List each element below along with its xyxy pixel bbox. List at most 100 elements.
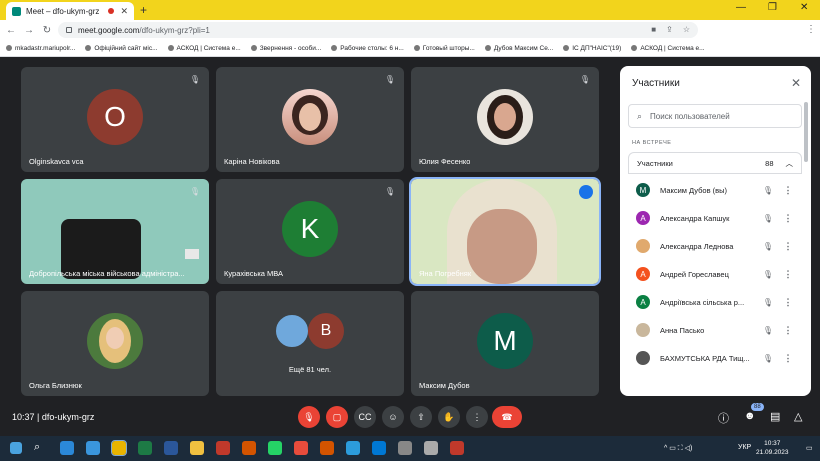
notifications-icon[interactable]: ▭: [806, 444, 813, 452]
powerpoint-icon[interactable]: [320, 441, 334, 455]
reload-icon[interactable]: ↻: [40, 25, 54, 36]
more-options-icon[interactable]: ⋮: [781, 297, 795, 308]
share-icon[interactable]: ⇪: [666, 25, 673, 34]
participant-tile[interactable]: K 🎙︎ Курахівська МВА: [216, 179, 404, 284]
participant-avatar: [636, 239, 650, 253]
participant-row[interactable]: A Александра Капшук 🎙︎ ⋮: [628, 204, 802, 232]
bookmark-favicon-icon: [413, 45, 420, 51]
file-explorer-icon[interactable]: [190, 441, 204, 455]
participant-video-tile[interactable]: 🎙︎ Добропільська міська військова адміні…: [21, 179, 209, 284]
edge-icon[interactable]: [60, 441, 74, 455]
reactions-button[interactable]: ☺: [382, 406, 404, 428]
participant-tile[interactable]: 🎙︎ Каріна Новікова: [216, 67, 404, 172]
more-options-icon[interactable]: ⋮: [781, 353, 795, 364]
avatar: M: [477, 313, 533, 369]
bookmark-item[interactable]: Рабочие столы: 6 н...: [331, 45, 404, 52]
search-icon[interactable]: ⌕: [34, 441, 48, 455]
tray-icons[interactable]: ^ ▭ ⛶ ◁): [664, 444, 692, 453]
bookmark-label: Готовый шторы...: [422, 44, 475, 52]
participants-group-header[interactable]: Участники 88 ︿: [628, 152, 802, 174]
more-options-button[interactable]: ⋮: [466, 406, 488, 428]
camera-toggle-button[interactable]: ▢: [326, 406, 348, 428]
captions-button[interactable]: CC: [354, 406, 376, 428]
mic-toggle-button[interactable]: 🎙︎: [298, 406, 320, 428]
more-options-icon[interactable]: ⋮: [781, 325, 795, 336]
forward-icon[interactable]: →: [22, 25, 36, 36]
people-icon[interactable]: ☻: [744, 410, 756, 422]
mic-off-icon: 🎙︎: [762, 325, 774, 335]
excel-icon[interactable]: [138, 441, 152, 455]
participant-row[interactable]: БАХМУТСЬКА РДА Тищ... 🎙︎ ⋮: [628, 344, 802, 372]
mail-icon[interactable]: [86, 441, 100, 455]
back-icon[interactable]: ←: [4, 25, 18, 36]
chat-icon[interactable]: ▤: [770, 410, 780, 423]
participant-tile[interactable]: 🎙︎ Юлия Фесенко: [411, 67, 599, 172]
app-icon-2[interactable]: [242, 441, 256, 455]
participant-row[interactable]: A Андріївська сільська р... 🎙︎ ⋮: [628, 288, 802, 316]
present-button[interactable]: ⇧: [410, 406, 432, 428]
bookmark-item[interactable]: Офіційний сайт міс...: [85, 44, 158, 52]
more-options-icon[interactable]: ⋮: [781, 241, 795, 252]
participant-tile-self[interactable]: M Максим Дубов: [411, 291, 599, 396]
bookmark-item[interactable]: АСКОД | Система е...: [167, 45, 241, 52]
mic-off-icon: 🎙︎: [762, 353, 774, 363]
word-icon[interactable]: [164, 441, 178, 455]
restore-button[interactable]: ❐: [768, 2, 777, 13]
window-close-button[interactable]: ✕: [800, 2, 808, 13]
outlook-icon[interactable]: [372, 441, 386, 455]
system-clock[interactable]: 10:37 21.09.2023: [756, 439, 789, 457]
bookmark-item[interactable]: АСКОД | Система е...: [631, 45, 705, 52]
participant-name: Александра Леднова: [660, 241, 734, 251]
bookmark-item[interactable]: Звернення - особи...: [250, 45, 321, 52]
app-icon-3[interactable]: [294, 441, 308, 455]
bookmark-star-icon[interactable]: ☆: [683, 25, 690, 34]
meet-stage: O 🎙︎ Olginskavca vca 🎙︎ Каріна Новікова …: [0, 58, 820, 436]
video-face-shape: [467, 209, 537, 284]
bookmark-item[interactable]: Готовый шторы...: [413, 44, 475, 52]
search-input[interactable]: ⌕ Поиск пользователей: [628, 104, 802, 128]
participant-row[interactable]: M Максим Дубов (вы) 🎙︎ ⋮: [628, 176, 802, 204]
bookmark-favicon-icon: [484, 45, 491, 51]
camera-in-use-icon[interactable]: ■: [651, 25, 656, 34]
more-options-icon[interactable]: ⋮: [781, 269, 795, 280]
bookmark-label: Офіційний сайт міс...: [94, 44, 158, 52]
chrome-menu-icon[interactable]: ⋮: [804, 24, 818, 35]
participant-video-tile-active[interactable]: Яна Погребняк: [409, 177, 601, 286]
chrome-icon[interactable]: [111, 440, 127, 456]
new-tab-button[interactable]: +: [140, 3, 147, 17]
info-icon[interactable]: ⓘ: [718, 410, 729, 426]
close-tab-icon[interactable]: ✕: [120, 6, 128, 17]
avatar-photo: [477, 89, 533, 145]
participant-row[interactable]: Анна Пасько 🎙︎ ⋮: [628, 316, 802, 344]
whatsapp-icon[interactable]: [268, 441, 282, 455]
address-bar[interactable]: meet.google.com /dfo-ukym-grz?pli=1 ■ ⇪ …: [58, 22, 698, 38]
minimize-button[interactable]: —: [736, 2, 746, 13]
more-participants-tile[interactable]: B Ещё 81 чел.: [216, 291, 404, 396]
app-icon-7[interactable]: [450, 441, 464, 455]
participant-row[interactable]: Александра Леднова 🎙︎ ⋮: [628, 232, 802, 260]
app-icon-5[interactable]: [398, 441, 412, 455]
end-call-button[interactable]: ☎: [492, 406, 522, 428]
raise-hand-button[interactable]: ✋: [438, 406, 460, 428]
activities-icon[interactable]: △: [794, 410, 802, 423]
panel-scrollbar[interactable]: [804, 102, 808, 162]
windows-start-icon[interactable]: [10, 442, 22, 454]
bookmark-label: ІС ДП"НАІС"(19): [572, 44, 622, 52]
close-panel-icon[interactable]: ✕: [791, 76, 801, 90]
bookmark-item[interactable]: Дубов Максим Се...: [484, 45, 553, 52]
browser-tab[interactable]: Meet – dfo-ukym-grz ✕: [6, 2, 134, 20]
more-options-icon[interactable]: ⋮: [781, 213, 795, 224]
more-options-icon[interactable]: ⋮: [781, 185, 795, 196]
mic-off-icon: 🎙︎: [762, 241, 774, 251]
avatar: K: [282, 201, 338, 257]
url-path: /dfo-ukym-grz?pli=1: [139, 25, 210, 35]
bookmark-item[interactable]: ІС ДП"НАІС"(19): [563, 45, 621, 52]
app-icon-6[interactable]: [424, 441, 438, 455]
participant-row[interactable]: A Андрей Гореславец 🎙︎ ⋮: [628, 260, 802, 288]
participant-tile[interactable]: O 🎙︎ Olginskavca vca: [21, 67, 209, 172]
bookmark-item[interactable]: mkadastr.mariupolr...: [6, 45, 75, 52]
app-icon[interactable]: [216, 441, 230, 455]
keyboard-language[interactable]: УКР: [738, 444, 751, 451]
participant-tile[interactable]: Ольга Близнюк: [21, 291, 209, 396]
app-icon-4[interactable]: [346, 441, 360, 455]
